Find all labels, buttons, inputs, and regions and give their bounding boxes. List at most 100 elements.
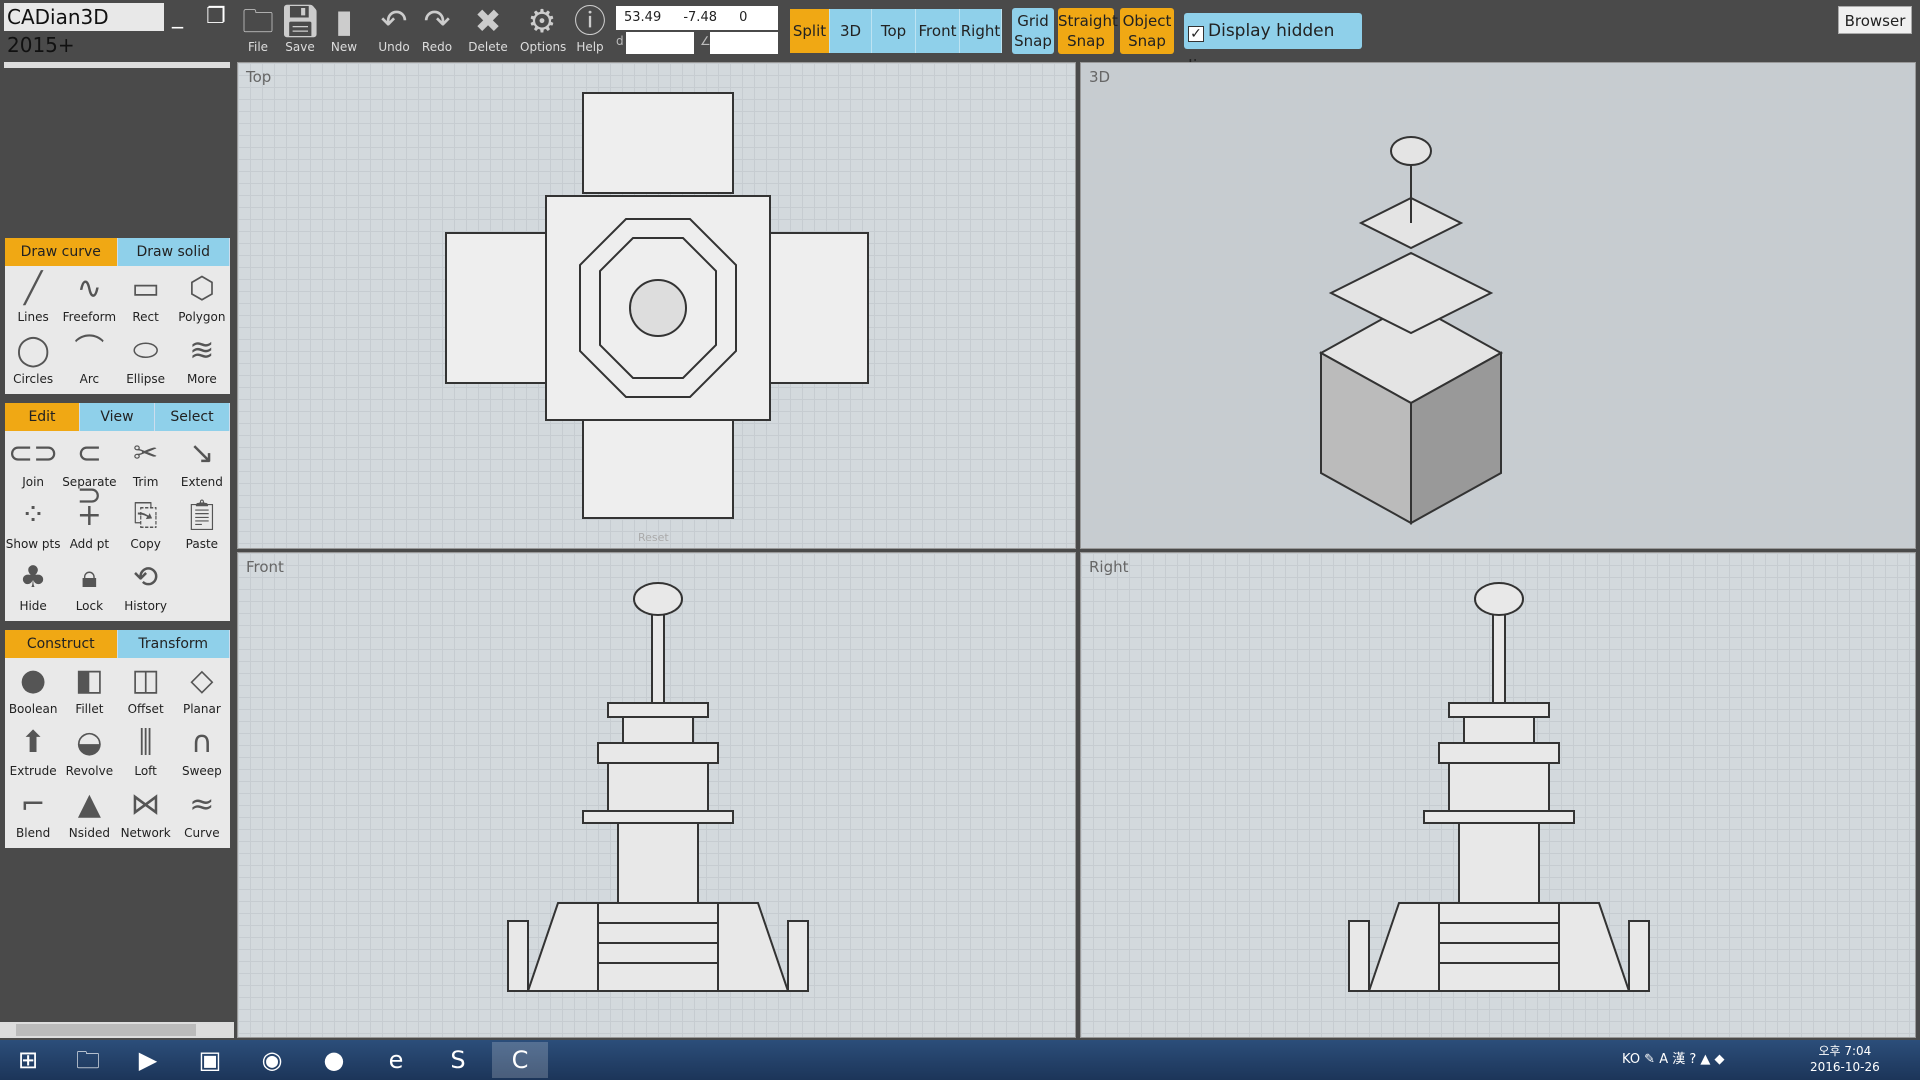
browser-button[interactable]: Browser [1838,6,1912,34]
tool-network[interactable]: ⋈ Network [118,784,174,846]
language-indicator[interactable]: KO [1622,1052,1640,1067]
more-icon: ≋ [189,333,215,368]
grid-snap-toggle[interactable]: Grid Snap [1012,8,1054,54]
object-snap-label: Object [1122,12,1172,30]
scrollbar-thumb[interactable] [16,1024,196,1036]
undo-button[interactable]: ↶ Undo [372,2,416,60]
distance-input[interactable] [626,32,694,54]
tool-label: Ellipse [126,372,166,386]
explorer-taskbar-icon[interactable]: 🗀 [60,1042,116,1078]
tab-construct[interactable]: Construct [5,630,118,658]
tool-extrude[interactable]: ⬆ Extrude [5,722,61,784]
tool-separate[interactable]: ⊂ ⊃ Separate [61,433,117,513]
tool-fillet[interactable]: ◧ Fillet [61,660,117,722]
view-top-button[interactable]: Top [872,9,916,53]
app2-taskbar-icon[interactable]: ● [306,1042,362,1078]
tool-extend[interactable]: ↘ Extend [174,433,230,495]
tool-label: Join [22,475,45,489]
app3-taskbar-icon[interactable]: S [430,1042,486,1078]
restore-button[interactable]: ❐ [206,4,226,29]
viewport-front[interactable]: Front [237,552,1076,1038]
cadian-taskbar-icon[interactable]: C [492,1042,548,1078]
paste-icon: 📋︎ [182,498,221,533]
tool-arc[interactable]: ⌒ Arc [61,330,117,392]
revolve-icon: ◒ [76,725,103,760]
tool-label: Nsided [68,826,110,840]
tab-draw-solid[interactable]: Draw solid [117,238,230,266]
view-split-button[interactable]: Split [790,9,830,53]
view-right-button[interactable]: Right [960,9,1002,53]
tool-paste[interactable]: 📋︎ Paste [174,495,230,557]
app-taskbar-icon[interactable]: ▣ [182,1042,238,1078]
time: 오후 7:04 [1818,1044,1872,1058]
save-button[interactable]: 💾︎ Save [278,2,322,60]
tool-copy[interactable]: ⎘ Copy [118,495,174,557]
object-snap-toggle[interactable]: Object Snap [1120,8,1174,54]
viewport-3d[interactable]: 3D [1080,62,1916,549]
tool-history[interactable]: ⟲ History [118,557,174,619]
ie-taskbar-icon[interactable]: e [368,1042,424,1078]
options-button[interactable]: ⚙ Options [520,2,566,60]
tool-more[interactable]: ≋ More [174,330,230,392]
start-button[interactable]: ⊞ [0,1042,56,1078]
minimize-button[interactable]: _ [172,4,183,29]
tool-lines[interactable]: ╱ Lines [5,268,61,330]
loft-icon: ⫼ [138,725,153,760]
tab-edit[interactable]: Edit [5,403,80,431]
clock[interactable]: 오후 7:04 2016-10-26 [1810,1043,1880,1075]
tool-rect[interactable]: ▭ Rect [118,268,174,330]
planar-icon: ◇ [190,663,214,698]
tool-label: Network [120,826,171,840]
tool-add-pt[interactable]: + Add pt [61,495,117,557]
viewport-right[interactable]: Right [1080,552,1916,1038]
tool-curve[interactable]: ≈ Curve [174,784,230,846]
tool-label: More [187,372,217,386]
tab-draw-curve[interactable]: Draw curve [5,238,118,266]
viewport-top[interactable]: Top Reset [237,62,1076,549]
tab-select[interactable]: Select [155,403,230,431]
tool-revolve[interactable]: ◒ Revolve [61,722,117,784]
view-3d-button[interactable]: 3D [830,9,872,53]
lines-icon: ╱ [24,271,43,306]
show-pts-icon: ⁘ [20,498,46,533]
tool-hide[interactable]: ♣ Hide [5,557,61,619]
file-button[interactable]: 🗀 File [236,2,280,60]
new-button[interactable]: ▮ New [322,2,366,60]
tool-label: Fillet [75,702,104,716]
media-taskbar-icon[interactable]: ▶ [120,1042,176,1078]
tab-transform[interactable]: Transform [117,630,230,658]
view-front-button[interactable]: Front [916,9,960,53]
help-button[interactable]: ⓘ Help [568,2,612,60]
straight-snap-toggle[interactable]: Straight Snap [1058,8,1118,54]
date: 2016-10-26 [1810,1060,1880,1074]
redo-button[interactable]: ↷ Redo [415,2,459,60]
tool-loft[interactable]: ⫼ Loft [118,722,174,784]
front-view-drawing [507,582,809,992]
chrome-taskbar-icon[interactable]: ◉ [244,1042,300,1078]
tool-ellipse[interactable]: ⬭ Ellipse [118,330,174,392]
tool-show-pts[interactable]: ⁘ Show pts [5,495,61,557]
tool-freeform[interactable]: ∿ Freeform [61,268,117,330]
help-label: Help [576,40,604,54]
tool-offset[interactable]: ◫ Offset [118,660,174,722]
tool-circles[interactable]: ◯ Circles [5,330,61,392]
tab-view[interactable]: View [80,403,155,431]
tool-label: History [124,599,167,613]
sidebar-scrollbar[interactable] [0,1022,234,1038]
delete-button[interactable]: ✖ Delete [466,2,510,60]
tool-trim[interactable]: ✂ Trim [118,433,174,495]
coordinate-readout[interactable]: 53.49 -7.48 0 [616,6,778,30]
angle-input[interactable] [710,32,778,54]
display-hidden-lines-checkbox[interactable]: ✓Display hidden lines [1184,13,1362,77]
tool-lock[interactable]: 🔒︎ Lock [61,557,117,619]
history-icon: ⟲ [133,560,159,595]
tool-blend[interactable]: ⌐ Blend [5,784,61,846]
tool-sweep[interactable]: ∩ Sweep [174,722,230,784]
tool-polygon[interactable]: ⬡ Polygon [174,268,230,330]
tool-boolean[interactable]: ● Boolean [5,660,61,722]
draw-panel: Draw curve Draw solid ╱ Lines ∿ Freeform ▭ Rec… [5,238,230,394]
object-snap-label-2: Snap [1128,32,1166,50]
tool-planar[interactable]: ◇ Planar [174,660,230,722]
tool-nsided[interactable]: ▲ Nsided [61,784,117,846]
tool-join[interactable]: ⊂⊃ Join [5,433,61,495]
